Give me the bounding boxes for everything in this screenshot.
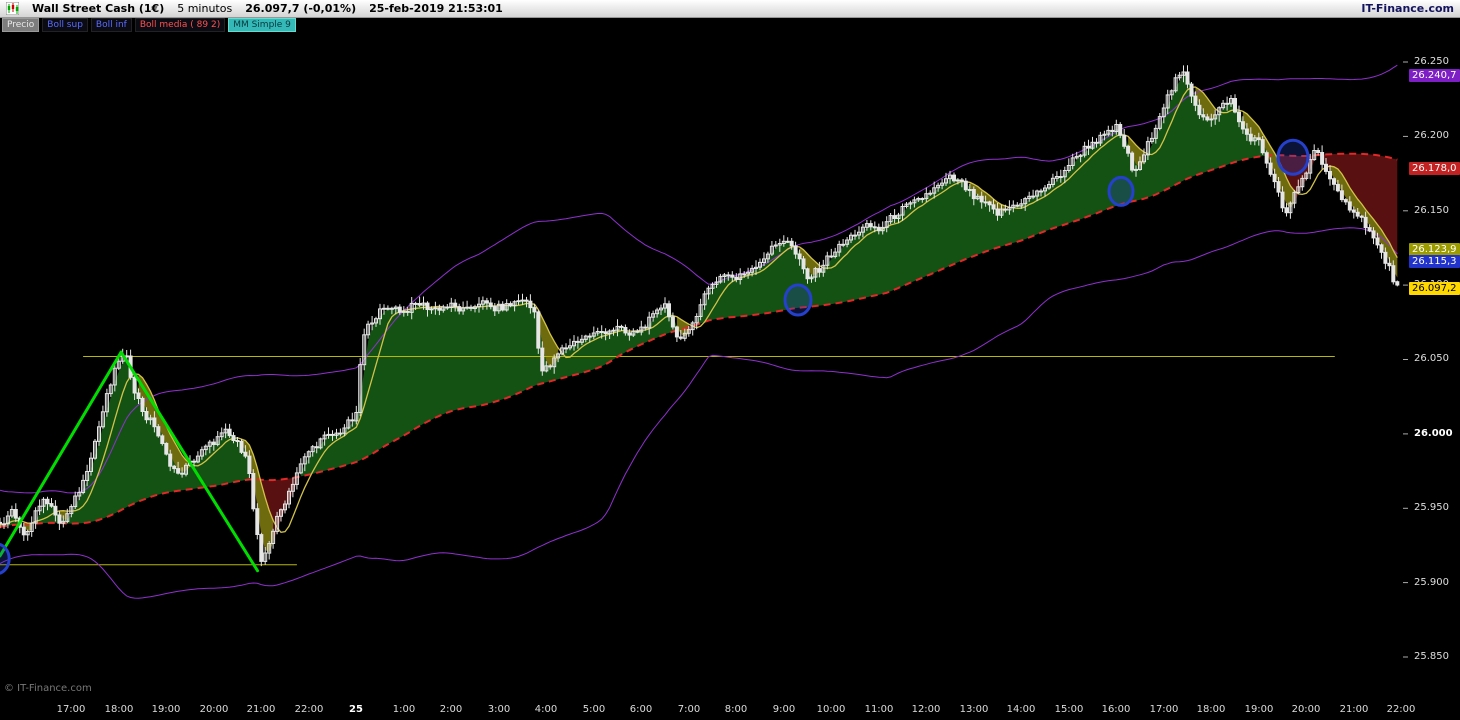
price-tag-last-price: 26.097,2 [1409,282,1460,295]
chart-area: 26.25026.20026.15026.10026.05026.00025.9… [0,32,1460,720]
x-axis-label: 10:00 [809,704,853,715]
bollinger-lower-band [0,228,1397,599]
legend-item-precio[interactable]: Precio [2,18,39,32]
timeframe-label: 5 minutos [177,2,232,15]
price-tag-boll-sup: 26.240,7 [1409,69,1460,82]
x-axis-label: 18:00 [97,704,141,715]
ellipse-annotation [0,544,9,574]
price-tag-boll-inf: 26.115,3 [1409,255,1460,268]
x-axis-label: 21:00 [239,704,283,715]
ellipse-annotation [1278,140,1308,174]
legend-item-boll-inf[interactable]: Boll inf [91,18,132,32]
topbar: Wall Street Cash (1€) 5 minutos 26.097,7… [0,0,1460,18]
x-axis-label: 13:00 [952,704,996,715]
legend-item-boll-sup[interactable]: Boll sup [42,18,88,32]
x-axis-label: 11:00 [857,704,901,715]
legend-item-mm-simple-9[interactable]: MM Simple 9 [228,18,296,32]
x-axis-label: 21:00 [1332,704,1376,715]
x-axis-label: 19:00 [1237,704,1281,715]
datetime-label: 25-feb-2019 21:53:01 [369,2,503,15]
y-axis-label: 26.050 [1414,353,1449,364]
trading-app-window: Wall Street Cash (1€) 5 minutos 26.097,7… [0,0,1460,720]
x-axis-label: 8:00 [714,704,758,715]
x-axis-label: 12:00 [904,704,948,715]
y-axis-label: 25.850 [1414,651,1449,662]
candlestick-icon [6,2,19,15]
y-axis-label: 26.150 [1414,205,1449,216]
watermark: © IT-Finance.com [4,683,92,694]
indicator-legend: PrecioBoll supBoll infBoll media ( 89 2)… [0,18,1460,32]
x-axis-label: 20:00 [1284,704,1328,715]
price-tag-boll-media: 26.178,0 [1409,162,1460,175]
price-axis[interactable]: 26.25026.20026.15026.10026.05026.00025.9… [1408,32,1460,720]
legend-item-boll-media-89-2[interactable]: Boll media ( 89 2) [135,18,225,32]
x-axis-label: 3:00 [477,704,521,715]
x-axis-label: 15:00 [1047,704,1091,715]
x-axis-label: 9:00 [762,704,806,715]
x-axis-label: 20:00 [192,704,236,715]
x-axis-label: 5:00 [572,704,616,715]
last-quote: 26.097,7 (-0,01%) [245,2,356,15]
x-axis-label: 17:00 [49,704,93,715]
x-axis-label: 16:00 [1094,704,1138,715]
instrument-name: Wall Street Cash (1€) [32,2,164,15]
ellipse-annotation [1109,177,1133,205]
x-axis-label: 14:00 [999,704,1043,715]
x-axis-label: 22:00 [287,704,331,715]
x-axis-label: 1:00 [382,704,426,715]
x-axis-label: 7:00 [667,704,711,715]
y-axis-label: 25.950 [1414,502,1449,513]
y-axis-label: 26.200 [1414,130,1449,141]
price-chart-plot[interactable] [0,32,1408,720]
x-axis-label: 4:00 [524,704,568,715]
x-axis-label: 25 [334,704,378,715]
x-axis-label: 2:00 [429,704,473,715]
y-axis-label: 26.000 [1414,428,1453,439]
brand-link[interactable]: IT-Finance.com [1361,2,1454,15]
x-axis-label: 19:00 [144,704,188,715]
fill-bearish [24,154,1398,553]
x-axis-label: 22:00 [1379,704,1423,715]
y-axis-label: 26.250 [1414,56,1449,67]
x-axis-label: 17:00 [1142,704,1186,715]
y-axis-label: 25.900 [1414,577,1449,588]
x-axis-label: 6:00 [619,704,663,715]
ellipse-annotation [785,285,811,315]
x-axis-label: 18:00 [1189,704,1233,715]
